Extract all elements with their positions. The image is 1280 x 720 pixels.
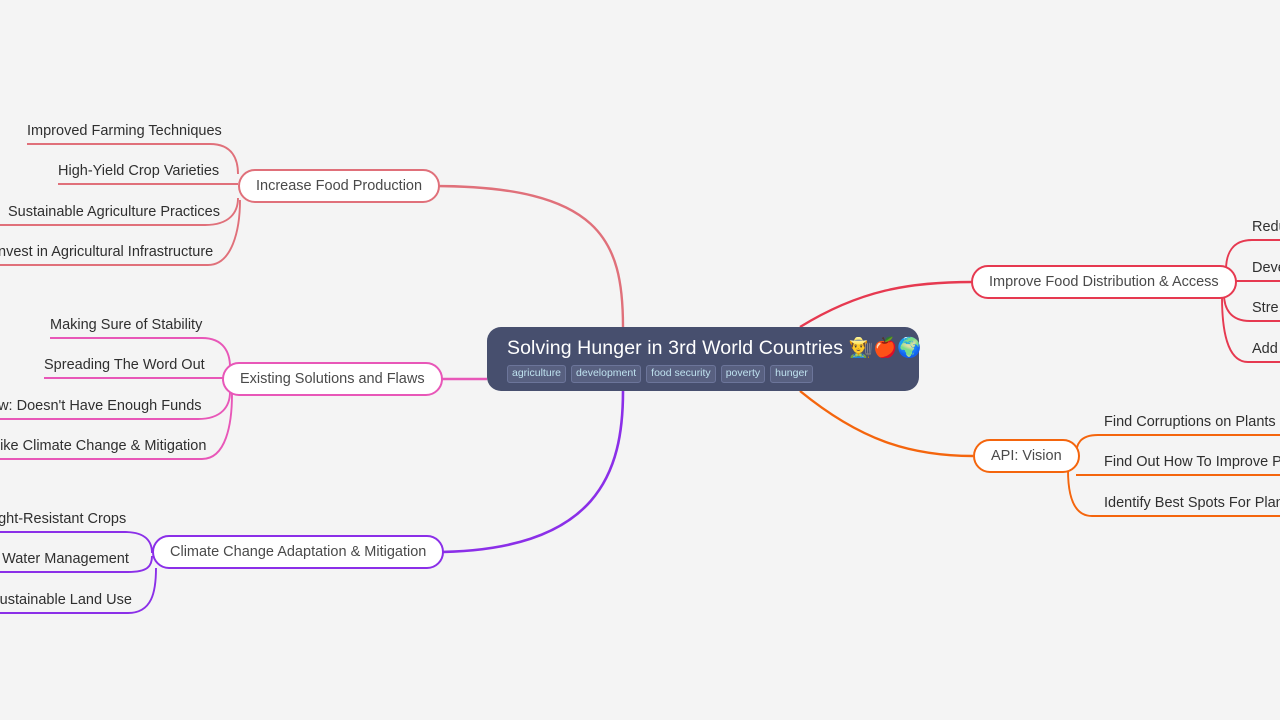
- branch-label-improve-food-distribution-access: Improve Food Distribution & Access: [989, 274, 1219, 290]
- root-tag-development[interactable]: development: [571, 365, 642, 383]
- root-tag-food-security[interactable]: food security: [646, 365, 716, 383]
- branch-label-existing-solutions-and-flaws: Existing Solutions and Flaws: [240, 371, 425, 387]
- leaf-flaw-doesnt-have-enough-funds[interactable]: aw: Doesn't Have Enough Funds: [0, 397, 202, 415]
- leaf-invest-in-agricultural-infrastructure[interactable]: Invest in Agricultural Infrastructure: [0, 243, 213, 261]
- leaf-high-yield-crop-varieties[interactable]: High-Yield Crop Varieties: [58, 162, 219, 180]
- leaf-strengthen-supply-chains[interactable]: Stre: [1252, 299, 1280, 317]
- branch-node-climate-change-adaptation-mitigation[interactable]: Climate Change Adaptation & Mitigation: [152, 535, 445, 569]
- leaf-develop-infrastructure[interactable]: Deve: [1252, 259, 1280, 277]
- leaf-address-access-barriers[interactable]: Add: [1252, 340, 1280, 358]
- leaf-drought-resistant-crops[interactable]: ught-Resistant Crops: [0, 510, 126, 528]
- branch-node-improve-food-distribution-access[interactable]: Improve Food Distribution & Access: [971, 265, 1237, 299]
- link-root-increase-food-production: [432, 184, 625, 328]
- root-title: Solving Hunger in 3rd World Countries 👨‍…: [507, 337, 922, 359]
- leaf-sustainable-agriculture-practices[interactable]: Sustainable Agriculture Practices: [8, 203, 220, 221]
- leaf-find-corruptions-on-plants[interactable]: Find Corruptions on Plants: [1104, 413, 1280, 431]
- mindmap-canvas: Solving Hunger in 3rd World Countries 👨‍…: [0, 0, 1280, 720]
- root-tag-agriculture[interactable]: agriculture: [507, 365, 567, 383]
- leaf-sustainable-land-use[interactable]: Sustainable Land Use: [0, 591, 132, 609]
- root-tag-poverty[interactable]: poverty: [720, 365, 766, 383]
- leaf-identify-best-spots-for-plants[interactable]: Identify Best Spots For Plants: [1104, 494, 1280, 512]
- branch-node-api-vision[interactable]: API: Vision: [973, 439, 1080, 473]
- branch-node-existing-solutions-and-flaws[interactable]: Existing Solutions and Flaws: [222, 362, 443, 396]
- leaf-spreading-the-word-out[interactable]: Spreading The Word Out: [44, 356, 205, 374]
- branch-node-increase-food-production[interactable]: Increase Food Production: [238, 169, 441, 203]
- leaf-improved-farming-techniques[interactable]: Improved Farming Techniques: [27, 122, 222, 140]
- leaf-making-sure-of-stability[interactable]: Making Sure of Stability: [50, 316, 202, 334]
- leaf-reduce-food-waste[interactable]: Redu: [1252, 218, 1280, 236]
- root-node[interactable]: Solving Hunger in 3rd World Countries 👨‍…: [487, 327, 922, 391]
- branch-label-climate-change-adaptation-mitigation: Climate Change Adaptation & Mitigation: [170, 544, 427, 560]
- branch-label-api-vision: API: Vision: [991, 448, 1062, 464]
- leaf-improve-water-management[interactable]: e Water Management: [0, 550, 129, 568]
- root-tag-hunger[interactable]: hunger: [770, 365, 813, 383]
- leaf-find-out-how-to-improve-plants[interactable]: Find Out How To Improve Pla: [1104, 453, 1280, 471]
- link-root-improve-food-distribution-access: [799, 280, 973, 329]
- leaf-like-climate-change-mitigation[interactable]: Like Climate Change & Mitigation: [0, 437, 206, 455]
- branch-label-increase-food-production: Increase Food Production: [256, 178, 423, 194]
- root-tag-list: agriculture development food security po…: [507, 365, 899, 383]
- link-root-api-vision: [799, 390, 974, 458]
- link-root-climate-change-adaptation-mitigation: [432, 390, 625, 554]
